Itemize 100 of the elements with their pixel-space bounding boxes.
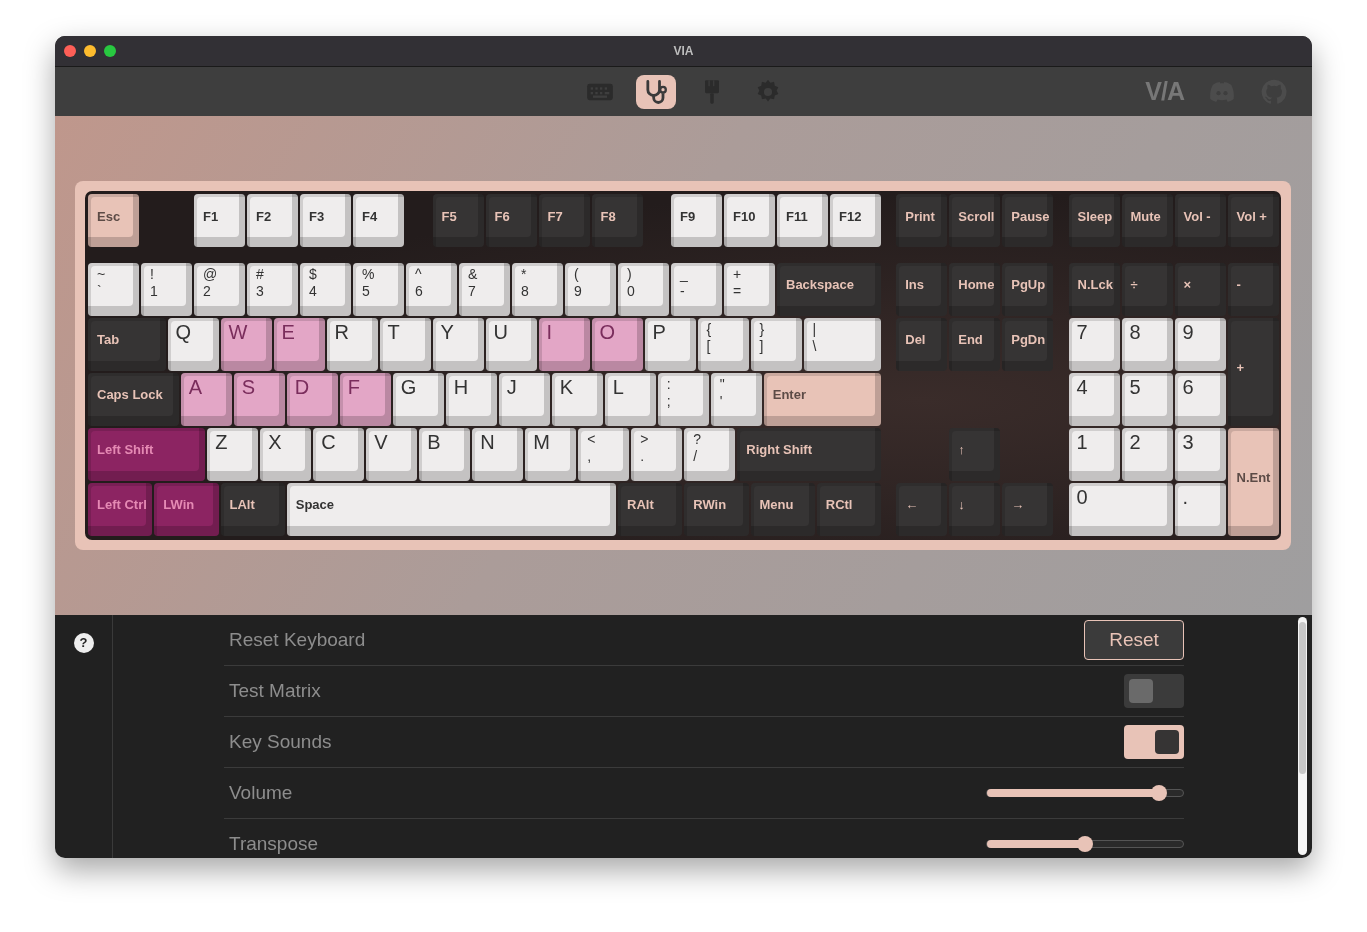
keycap[interactable]: I: [538, 317, 590, 371]
keycap[interactable]: ↓: [949, 482, 1001, 536]
keycap[interactable]: Menu: [750, 482, 815, 536]
keycap[interactable]: ×: [1174, 262, 1226, 316]
keycap[interactable]: ! 1: [141, 262, 192, 316]
keycap[interactable]: " ': [710, 372, 762, 426]
keycap[interactable]: ) 0: [618, 262, 669, 316]
keycap[interactable]: M: [525, 427, 577, 481]
keycap[interactable]: F: [339, 372, 391, 426]
keycap[interactable]: U: [485, 317, 537, 371]
keycap[interactable]: * 8: [512, 262, 563, 316]
keycap[interactable]: ( 9: [565, 262, 616, 316]
keycap[interactable]: Backspace: [777, 262, 881, 316]
keycap[interactable]: : ;: [657, 372, 709, 426]
keycap[interactable]: F6: [485, 194, 537, 247]
keycap[interactable]: P: [644, 317, 696, 371]
keycap[interactable]: | \: [803, 317, 881, 371]
keycap[interactable]: 1: [1068, 427, 1120, 481]
keycap[interactable]: Z: [207, 427, 259, 481]
keycap[interactable]: & 7: [459, 262, 510, 316]
keycap[interactable]: } ]: [750, 317, 802, 371]
keycap[interactable]: Caps Lock: [88, 372, 179, 426]
toggle-switch[interactable]: [1124, 725, 1184, 759]
keycap[interactable]: < ,: [578, 427, 630, 481]
keycap[interactable]: F12: [830, 194, 881, 247]
keycap[interactable]: O: [591, 317, 643, 371]
keycap[interactable]: F10: [724, 194, 775, 247]
keycap[interactable]: N: [472, 427, 524, 481]
keycap[interactable]: 9: [1174, 317, 1226, 371]
keycap[interactable]: G: [392, 372, 444, 426]
keycap[interactable]: .: [1174, 482, 1226, 536]
keycap[interactable]: Pause: [1002, 194, 1054, 247]
keycap[interactable]: R: [326, 317, 378, 371]
keycap[interactable]: 5: [1121, 372, 1173, 426]
keycap[interactable]: J: [498, 372, 550, 426]
toggle-switch[interactable]: [1124, 674, 1184, 708]
keycap[interactable]: X: [260, 427, 312, 481]
keycap[interactable]: 4: [1068, 372, 1120, 426]
keycap[interactable]: Mute: [1121, 194, 1173, 247]
keycap[interactable]: ^ 6: [406, 262, 457, 316]
keycap[interactable]: { [: [697, 317, 749, 371]
keycap[interactable]: + =: [724, 262, 775, 316]
keycap[interactable]: Enter: [763, 372, 881, 426]
keycap[interactable]: Q: [167, 317, 219, 371]
keycap[interactable]: Sleep: [1068, 194, 1120, 247]
keycap[interactable]: →: [1002, 482, 1054, 536]
stethoscope-tab[interactable]: [635, 74, 676, 109]
keycap[interactable]: F7: [538, 194, 590, 247]
keycap[interactable]: C: [313, 427, 365, 481]
keycap[interactable]: @ 2: [194, 262, 245, 316]
keycap[interactable]: RWin: [684, 482, 749, 536]
keycap[interactable]: Y: [432, 317, 484, 371]
keycap[interactable]: D: [286, 372, 338, 426]
keycap[interactable]: Tab: [88, 317, 166, 371]
keycap[interactable]: Vol -: [1174, 194, 1226, 247]
keycap[interactable]: Right Shift: [737, 427, 881, 481]
keycap[interactable]: F4: [353, 194, 404, 247]
keycap[interactable]: RAlt: [618, 482, 683, 536]
keycap[interactable]: T: [379, 317, 431, 371]
keycap[interactable]: F8: [591, 194, 643, 247]
keycap[interactable]: ←: [896, 482, 948, 536]
keycap[interactable]: Ins: [896, 262, 948, 316]
keycap[interactable]: PgUp: [1002, 262, 1054, 316]
keycap[interactable]: 7: [1068, 317, 1120, 371]
close-window-button[interactable]: [64, 45, 76, 57]
keycap[interactable]: B: [419, 427, 471, 481]
keycap[interactable]: ÷: [1121, 262, 1173, 316]
slider-thumb[interactable]: [1151, 785, 1168, 801]
keycap[interactable]: A: [180, 372, 232, 426]
reset-button[interactable]: Reset: [1084, 620, 1184, 660]
keycap[interactable]: 0: [1068, 482, 1173, 536]
scrollbar[interactable]: [1298, 617, 1307, 855]
keycap[interactable]: F2: [247, 194, 298, 247]
keycap[interactable]: N.Lck: [1068, 262, 1120, 316]
slider-thumb[interactable]: [1077, 836, 1093, 852]
keycap[interactable]: ? /: [684, 427, 736, 481]
keycap[interactable]: Vol +: [1227, 194, 1279, 247]
zoom-window-button[interactable]: [104, 45, 116, 57]
keycap[interactable]: _ -: [671, 262, 722, 316]
keycap[interactable]: RCtl: [816, 482, 881, 536]
keycap[interactable]: E: [273, 317, 325, 371]
keycap[interactable]: Del: [896, 317, 948, 371]
keycap[interactable]: Space: [286, 482, 616, 536]
keycap[interactable]: $ 4: [300, 262, 351, 316]
keycap[interactable]: F1: [194, 194, 245, 247]
keycap[interactable]: End: [949, 317, 1001, 371]
keycap[interactable]: 3: [1174, 427, 1226, 481]
keycap[interactable]: # 3: [247, 262, 298, 316]
keycap[interactable]: K: [551, 372, 603, 426]
keycap[interactable]: F5: [432, 194, 484, 247]
keycap[interactable]: 2: [1121, 427, 1173, 481]
keycap[interactable]: H: [445, 372, 497, 426]
keycap[interactable]: Print: [896, 194, 948, 247]
keycap[interactable]: ~ `: [88, 262, 139, 316]
keycap[interactable]: % 5: [353, 262, 404, 316]
keycap[interactable]: 8: [1121, 317, 1173, 371]
keycap[interactable]: Esc: [88, 194, 139, 247]
minimize-window-button[interactable]: [84, 45, 96, 57]
keycap[interactable]: L: [604, 372, 656, 426]
keycap[interactable]: V: [366, 427, 418, 481]
